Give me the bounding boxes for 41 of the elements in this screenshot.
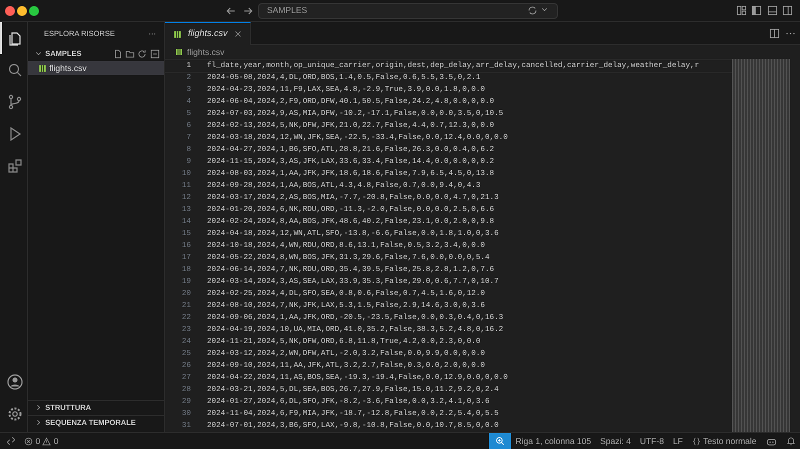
language-mode[interactable]: Testo normale bbox=[703, 434, 756, 448]
sidebar-toggle-icon[interactable] bbox=[751, 5, 762, 16]
new-file-icon[interactable] bbox=[112, 48, 123, 58]
search-icon bbox=[7, 62, 23, 78]
bell-icon[interactable] bbox=[786, 436, 796, 446]
warning-count[interactable]: 0 bbox=[54, 434, 58, 448]
split-panel-icon[interactable] bbox=[782, 5, 794, 16]
search-field[interactable]: SAMPLES bbox=[258, 2, 558, 18]
source-control-icon bbox=[7, 94, 23, 110]
editor-tab[interactable]: flights.csv bbox=[165, 22, 251, 45]
braces-icon bbox=[692, 436, 701, 446]
error-count[interactable]: 0 bbox=[36, 434, 40, 448]
settings-icon[interactable] bbox=[7, 406, 23, 422]
table-file-icon bbox=[173, 30, 182, 38]
remote-icon bbox=[6, 436, 16, 446]
extensions-icon bbox=[7, 158, 23, 174]
refresh-icon[interactable] bbox=[137, 48, 148, 58]
encoding[interactable]: UTF-8 bbox=[640, 434, 664, 448]
breadcrumb-item[interactable]: flights.csv bbox=[187, 46, 224, 58]
files-icon bbox=[7, 30, 23, 46]
zoom-in-icon bbox=[495, 436, 505, 446]
table-file-icon bbox=[38, 64, 47, 72]
split-editor-icon[interactable] bbox=[769, 28, 780, 38]
window-control-button[interactable] bbox=[29, 6, 39, 16]
warning-icon bbox=[42, 436, 52, 446]
window-control-button[interactable] bbox=[16, 6, 27, 16]
close-icon[interactable] bbox=[234, 30, 242, 38]
window-control-button[interactable] bbox=[4, 6, 14, 16]
layout-icon[interactable] bbox=[736, 5, 747, 16]
sync-icon[interactable] bbox=[526, 5, 538, 16]
account-icon[interactable] bbox=[7, 374, 23, 390]
indentation[interactable]: Spazi: 4 bbox=[600, 434, 631, 448]
new-folder-icon[interactable] bbox=[125, 48, 135, 58]
table-file-icon bbox=[175, 48, 183, 56]
error-icon bbox=[24, 436, 34, 446]
zoom-button[interactable] bbox=[489, 433, 511, 449]
file-item[interactable]: flights.csv bbox=[28, 61, 164, 75]
panel-toggle-icon[interactable] bbox=[766, 5, 778, 16]
collapse-all-icon[interactable] bbox=[150, 48, 160, 58]
cursor-position[interactable]: Riga 1, colonna 105 bbox=[516, 434, 592, 448]
line-ending[interactable]: LF bbox=[672, 434, 683, 448]
